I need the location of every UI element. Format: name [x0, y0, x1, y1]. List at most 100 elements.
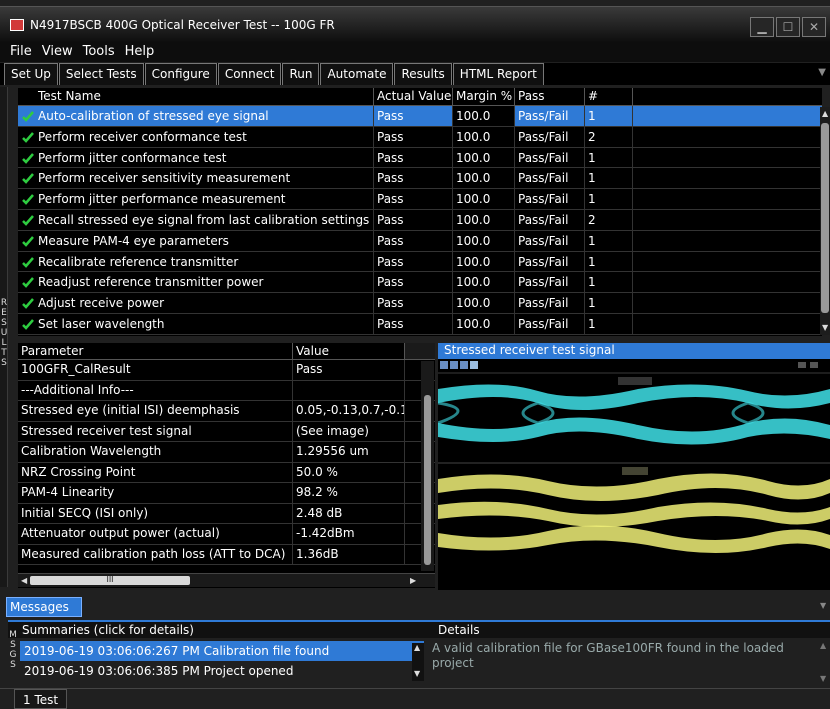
col-parameter[interactable]: Parameter: [18, 343, 293, 359]
parameter-value: Pass: [293, 360, 405, 380]
parameter-name: NRZ Crossing Point: [18, 462, 293, 482]
scroll-up-icon[interactable]: ▲: [414, 643, 420, 652]
parameter-name: Calibration Wavelength: [18, 442, 293, 462]
parameter-row[interactable]: Initial SECQ (ISI only) 2.48 dB: [18, 503, 435, 524]
result-row[interactable]: Perform jitter conformance test Pass 100.0…: [18, 147, 822, 169]
cell-name: Auto-calibration of stressed eye signal: [18, 106, 374, 126]
parameter-name: Attenuator output power (actual): [18, 524, 293, 544]
details-header: Details: [438, 623, 480, 637]
messages-overflow-icon[interactable]: ▼: [820, 601, 826, 610]
status-test-tab[interactable]: 1 Test: [14, 689, 68, 709]
cell-margin: 100.0: [453, 272, 515, 293]
parameter-name: 100GFR_CalResult: [18, 360, 293, 380]
results-scrollbar[interactable]: ▲ ▼: [820, 107, 830, 335]
tab-messages[interactable]: Messages: [6, 597, 82, 617]
parameter-row[interactable]: 100GFR_CalResult Pass: [18, 360, 435, 381]
cell-name: Recalibrate reference transmitter: [18, 251, 374, 272]
results-table-header: Test Name Actual Value Margin % Pass Lim…: [18, 88, 822, 120]
parameters-vscroll[interactable]: [421, 361, 434, 571]
tab-set-up[interactable]: Set Up: [4, 63, 58, 85]
scrollbar-thumb[interactable]: [821, 123, 829, 313]
details-scroll-up-icon[interactable]: ▲: [820, 641, 826, 650]
cell-name: Perform receiver sensitivity measurement: [18, 168, 374, 189]
cell-limits: Pass/Fail: [515, 313, 585, 334]
result-row[interactable]: Perform jitter performance measurement Pa…: [18, 189, 822, 210]
scroll-down-icon[interactable]: ▼: [414, 669, 420, 678]
menu-view[interactable]: View: [42, 42, 73, 62]
result-row[interactable]: Recalibrate reference transmitter Pass 100…: [18, 251, 822, 273]
result-row[interactable]: Perform receiver conformance test Pass 100…: [18, 126, 822, 148]
result-row[interactable]: Adjust receive power Pass 100.0 Pass/Fail 1: [18, 293, 822, 314]
parameters-header: Parameter Value: [18, 343, 435, 360]
menu-tools[interactable]: Tools: [83, 42, 115, 62]
col-actual-value[interactable]: Actual Value: [374, 88, 453, 105]
tab-connect[interactable]: Connect: [217, 63, 282, 85]
cell-trials: 1: [585, 147, 633, 168]
col-margin[interactable]: Margin %: [453, 88, 515, 105]
parameter-value: -1.42dBm: [293, 524, 405, 544]
parameter-row[interactable]: Stressed receiver test signal (See image): [18, 421, 435, 442]
cell-limits: Pass/Fail: [515, 147, 585, 168]
maximize-button[interactable]: ☐: [776, 17, 800, 37]
result-row[interactable]: Auto-calibration of stressed eye signal P…: [18, 106, 822, 127]
tab-configure[interactable]: Configure: [144, 63, 217, 85]
tab-select-tests[interactable]: Select Tests: [58, 63, 144, 85]
pass-check-icon: [22, 319, 34, 330]
eye-diagram-image: [437, 359, 830, 590]
scrollbar-thumb[interactable]: III: [30, 576, 190, 585]
message-item-calibration[interactable]: 2019-06-19 03:06:06:267 PM Calibration f…: [20, 641, 424, 661]
col-test-name[interactable]: Test Name: [18, 88, 374, 105]
scrollbar-thumb[interactable]: [424, 395, 431, 565]
cell-trials: 1: [585, 189, 633, 209]
parameter-value: 2.48 dB: [293, 503, 405, 523]
scroll-right-icon[interactable]: ▶: [410, 576, 416, 585]
parameter-row[interactable]: ---Additional Info---: [18, 380, 435, 401]
tabs-overflow-icon[interactable]: ▼: [818, 67, 826, 78]
cell-actual: Pass: [374, 189, 453, 209]
parameter-row[interactable]: NRZ Crossing Point 50.0 %: [18, 462, 435, 483]
scroll-left-icon[interactable]: ◀: [21, 576, 27, 585]
close-button[interactable]: ✕: [802, 17, 826, 37]
tab-run[interactable]: Run: [282, 63, 320, 85]
col-trials[interactable]: # Trials: [585, 88, 633, 120]
scroll-down-icon[interactable]: ▼: [822, 323, 828, 332]
cell-trials: 1: [585, 106, 633, 126]
scope-title: Stressed receiver test signal: [438, 343, 830, 359]
pass-check-icon: [22, 131, 34, 143]
result-row[interactable]: Measure PAM-4 eye parameters Pass 100.0 Pas…: [18, 230, 822, 252]
results-table: Test Name Actual Value Margin % Pass Lim…: [18, 88, 822, 336]
tab-automate[interactable]: Automate: [320, 63, 394, 85]
result-row[interactable]: Recall stressed eye signal from last cal…: [18, 209, 822, 231]
messages-scrollbar[interactable]: ▲ ▼: [412, 643, 424, 681]
menu-help[interactable]: Help: [125, 42, 155, 62]
parameters-hscroll[interactable]: ◀ III ▶: [18, 573, 435, 587]
parameter-row[interactable]: Attenuator output power (actual) -1.42dBm: [18, 524, 435, 545]
parameter-row[interactable]: PAM-4 Linearity 98.2 %: [18, 483, 435, 504]
pass-check-icon: [22, 173, 34, 185]
parameter-value: 0.05,-0.13,0.7,-0.12: [293, 401, 405, 421]
scroll-up-icon[interactable]: ▲: [822, 109, 828, 118]
result-row[interactable]: Readjust reference transmitter power Pass…: [18, 272, 822, 294]
cell-name: Recall stressed eye signal from last cal…: [18, 209, 374, 230]
cell-margin: 100.0: [453, 313, 515, 334]
cell-name: Perform receiver conformance test: [18, 126, 374, 147]
parameter-row[interactable]: Measured calibration path loss (ATT to D…: [18, 544, 435, 565]
col-value[interactable]: Value: [293, 343, 405, 359]
col-pass-limits[interactable]: Pass Limits: [515, 88, 585, 120]
results-side-label: RESULTS: [0, 298, 8, 368]
tab-html-report[interactable]: HTML Report: [452, 63, 544, 85]
menu-file[interactable]: File: [10, 42, 32, 62]
details-scroll-down-icon[interactable]: ▼: [820, 674, 826, 683]
parameter-row[interactable]: Calibration Wavelength 1.29556 um: [18, 442, 435, 463]
minimize-button[interactable]: ▁: [750, 17, 774, 37]
cell-trials: 1: [585, 168, 633, 189]
cell-margin: 100.0: [453, 251, 515, 272]
cell-trials: 1: [585, 230, 633, 251]
parameter-row[interactable]: Stressed eye (initial ISI) deemphasis 0.0…: [18, 401, 435, 422]
result-row[interactable]: Set laser wavelength Pass 100.0 Pass/Fail 1: [18, 313, 822, 335]
message-item-project[interactable]: 2019-06-19 03:06:06:385 PM Project opene…: [20, 661, 424, 681]
tab-results[interactable]: Results: [394, 63, 452, 85]
parameter-value: (See image): [293, 421, 405, 441]
result-row[interactable]: Perform receiver sensitivity measurement…: [18, 168, 822, 190]
messages-header: Summaries (click for details) Details: [8, 620, 830, 638]
